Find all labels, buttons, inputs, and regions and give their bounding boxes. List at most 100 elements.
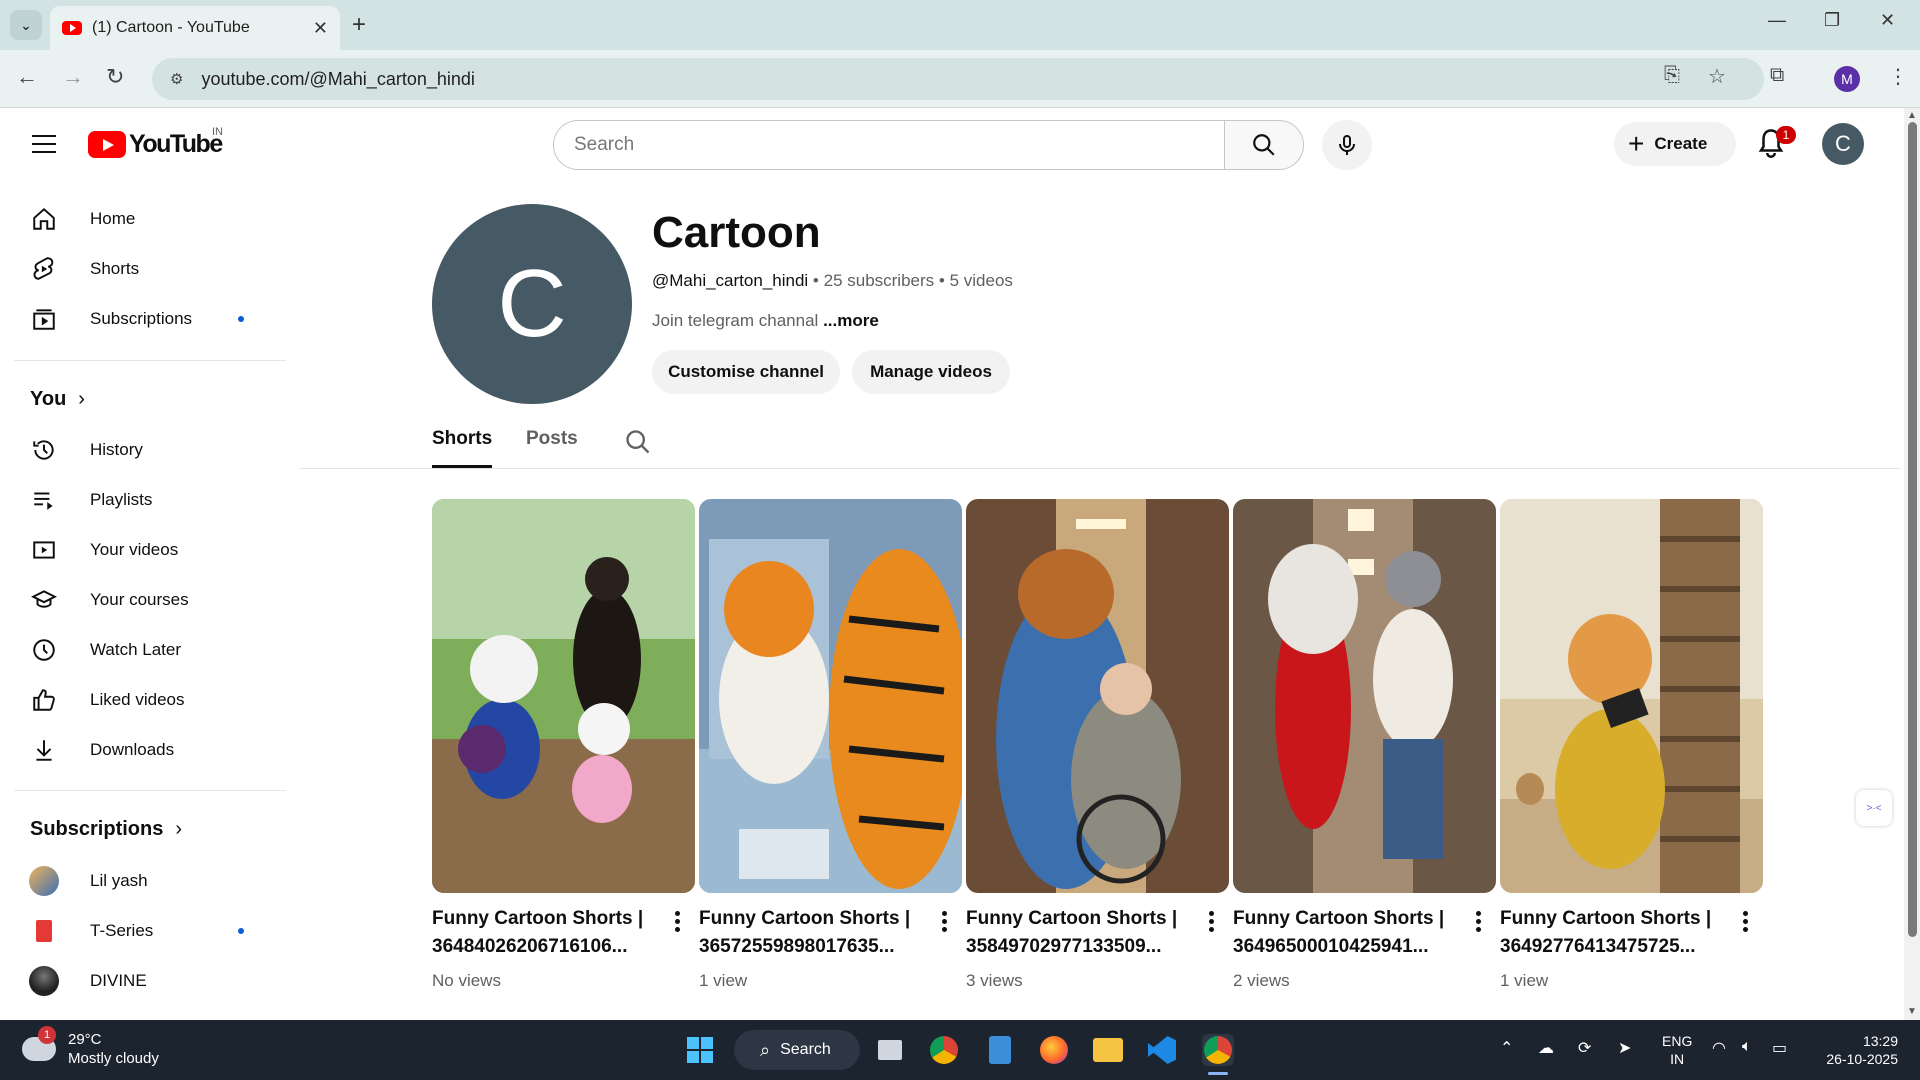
- new-content-dot: [238, 316, 244, 322]
- bookmark-star-icon[interactable]: ☆: [1708, 64, 1726, 89]
- short-title-line: Funny Cartoon Shorts |: [699, 908, 911, 929]
- short-card[interactable]: Funny Cartoon Shorts | 36572559898017635…: [699, 499, 962, 991]
- short-card[interactable]: Funny Cartoon Shorts | 36484026206716106…: [432, 499, 695, 991]
- floating-assistant-icon[interactable]: >·<: [1856, 790, 1892, 826]
- location-arrow-icon[interactable]: ➤: [1618, 1038, 1631, 1058]
- more-options-icon[interactable]: [1209, 911, 1215, 935]
- volume-icon[interactable]: 🔈︎: [1742, 1038, 1752, 1056]
- more-options-icon[interactable]: [942, 911, 948, 935]
- install-app-icon[interactable]: ⎘: [1664, 64, 1680, 87]
- sidebar-item-shorts[interactable]: Shorts: [14, 245, 274, 293]
- voice-search-button[interactable]: [1322, 120, 1372, 170]
- hamburger-menu-icon[interactable]: [32, 135, 56, 159]
- short-card[interactable]: Funny Cartoon Shorts | 36492776413475725…: [1500, 499, 1763, 991]
- close-window-icon[interactable]: ✕: [1880, 10, 1895, 31]
- short-title[interactable]: Funny Cartoon Shorts | 36492776413475725…: [1500, 905, 1725, 961]
- sidebar-item-label: Your videos: [90, 540, 179, 559]
- address-bar[interactable]: ⚙ youtube.com/@Mahi_carton_hindi: [152, 58, 1764, 100]
- browser-menu-icon[interactable]: ⋮: [1888, 64, 1908, 89]
- search-button[interactable]: [1224, 120, 1304, 170]
- input-language-indicator[interactable]: ENG IN: [1662, 1032, 1692, 1068]
- short-thumbnail[interactable]: [432, 499, 695, 893]
- short-thumbnail[interactable]: [1233, 499, 1496, 893]
- short-card[interactable]: Funny Cartoon Shorts | 36496500010425941…: [1233, 499, 1496, 991]
- tab-shorts[interactable]: Shorts: [432, 428, 492, 450]
- browser-tab-active[interactable]: (1) Cartoon - YouTube ✕: [50, 6, 340, 50]
- tab-search-menu-button[interactable]: ⌄: [10, 10, 42, 40]
- channel-avatar-large[interactable]: C: [432, 204, 632, 404]
- search-field[interactable]: [553, 120, 1225, 170]
- sidebar-item-subscriptions[interactable]: Subscriptions: [14, 295, 274, 343]
- more-options-icon[interactable]: [1743, 911, 1749, 935]
- short-thumbnail[interactable]: [1500, 499, 1763, 893]
- notepad-icon[interactable]: [984, 1034, 1016, 1066]
- vscode-icon[interactable]: [1146, 1034, 1178, 1066]
- short-title[interactable]: Funny Cartoon Shorts | 36572559898017635…: [699, 905, 924, 961]
- more-options-icon[interactable]: [675, 911, 681, 935]
- chrome-icon[interactable]: [928, 1034, 960, 1066]
- site-info-icon[interactable]: ⚙: [170, 70, 183, 88]
- page-scrollbar[interactable]: ▲ ▼: [1904, 108, 1920, 1020]
- short-thumbnail[interactable]: [966, 499, 1229, 893]
- firefox-icon[interactable]: [1038, 1034, 1070, 1066]
- tab-posts[interactable]: Posts: [526, 428, 578, 450]
- scroll-down-arrow-icon[interactable]: ▼: [1907, 1006, 1917, 1017]
- subscription-item-divine[interactable]: DIVINE: [14, 957, 274, 1005]
- sidebar-item-history[interactable]: History: [14, 426, 274, 474]
- short-title[interactable]: Funny Cartoon Shorts | 36496500010425941…: [1233, 905, 1458, 961]
- subscription-item-lil-yash[interactable]: Lil yash: [14, 857, 274, 905]
- short-title-line: Funny Cartoon Shorts |: [432, 908, 644, 929]
- sidebar-item-playlists[interactable]: Playlists: [14, 476, 274, 524]
- forward-arrow-icon[interactable]: →: [62, 64, 84, 90]
- sidebar-item-downloads[interactable]: Downloads: [14, 726, 274, 774]
- sidebar-item-label: History: [90, 440, 143, 459]
- restore-icon[interactable]: ❐: [1824, 10, 1840, 31]
- short-title[interactable]: Funny Cartoon Shorts | 35849702977133509…: [966, 905, 1191, 961]
- system-clock[interactable]: 13:29 26-10-2025: [1818, 1032, 1898, 1068]
- extensions-puzzle-icon[interactable]: ⧉: [1770, 64, 1784, 87]
- windows-start-icon[interactable]: [684, 1034, 716, 1066]
- subscription-item-t-series[interactable]: T-Series: [14, 907, 274, 955]
- channel-search-icon[interactable]: [624, 428, 652, 461]
- short-title-line: Funny Cartoon Shorts |: [966, 908, 1178, 929]
- chrome-profile-icon[interactable]: [1202, 1034, 1234, 1066]
- short-thumbnail[interactable]: [699, 499, 962, 893]
- back-arrow-icon[interactable]: ←: [16, 64, 38, 90]
- minimize-icon[interactable]: —: [1768, 10, 1786, 31]
- sidebar-you-header[interactable]: You ›: [30, 388, 85, 411]
- channel-description[interactable]: Join telegram channal ...more: [652, 311, 879, 331]
- scrollbar-thumb[interactable]: [1908, 122, 1917, 937]
- description-more-link[interactable]: ...more: [823, 311, 879, 330]
- search-input[interactable]: [574, 134, 1224, 156]
- file-explorer-icon[interactable]: [1092, 1034, 1124, 1066]
- short-title[interactable]: Funny Cartoon Shorts | 36484026206716106…: [432, 905, 657, 961]
- battery-icon[interactable]: ▭: [1772, 1038, 1787, 1058]
- region-code: IN: [1670, 1051, 1685, 1067]
- task-view-icon[interactable]: [874, 1034, 906, 1066]
- tab-close-icon[interactable]: ✕: [313, 18, 328, 39]
- short-card[interactable]: Funny Cartoon Shorts | 35849702977133509…: [966, 499, 1229, 991]
- taskbar-search-button[interactable]: ⌕ Search: [734, 1030, 860, 1070]
- sidebar-item-home[interactable]: Home: [14, 195, 274, 243]
- wifi-icon[interactable]: ◠: [1712, 1038, 1726, 1058]
- windows-taskbar: 29°C Mostly cloudy 1 ⌕ Search ⌃ ☁ ⟳ ➤ EN…: [0, 1020, 1920, 1080]
- scroll-up-arrow-icon[interactable]: ▲: [1907, 110, 1917, 121]
- show-hidden-icons-chevron-icon[interactable]: ⌃: [1500, 1038, 1513, 1058]
- sidebar-item-your-courses[interactable]: Your courses: [14, 576, 274, 624]
- sync-icon[interactable]: ⟳: [1578, 1038, 1591, 1058]
- onedrive-cloud-icon[interactable]: ☁: [1538, 1038, 1554, 1058]
- youtube-logo[interactable]: YouTube: [88, 130, 223, 159]
- manage-videos-button[interactable]: Manage videos: [852, 350, 1010, 394]
- sidebar-item-label: Home: [90, 209, 136, 228]
- new-tab-button[interactable]: +: [352, 11, 366, 39]
- account-avatar[interactable]: C: [1822, 123, 1864, 165]
- reload-icon[interactable]: ↻: [106, 64, 124, 90]
- more-options-icon[interactable]: [1476, 911, 1482, 935]
- customise-channel-button[interactable]: Customise channel: [652, 350, 840, 394]
- sidebar-item-your-videos[interactable]: Your videos: [14, 526, 274, 574]
- sidebar-subscriptions-header[interactable]: Subscriptions ›: [30, 818, 182, 841]
- sidebar-item-liked-videos[interactable]: Liked videos: [14, 676, 274, 724]
- sidebar-item-watch-later[interactable]: Watch Later: [14, 626, 274, 674]
- browser-profile-avatar[interactable]: M: [1834, 66, 1860, 92]
- create-button[interactable]: + Create: [1614, 122, 1736, 166]
